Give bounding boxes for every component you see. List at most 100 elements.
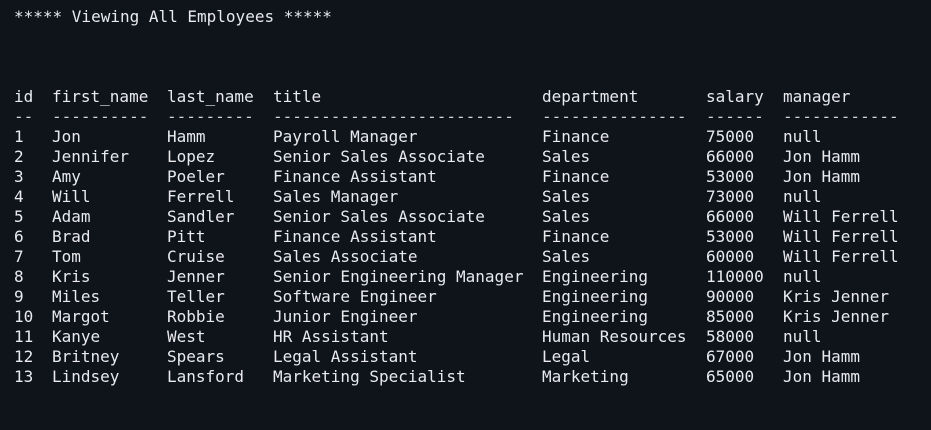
header-salary: salary — [706, 87, 764, 106]
cell-manager: Kris Jenner — [783, 307, 889, 326]
cell-manager: Jon Hamm — [783, 367, 861, 386]
header-title: title — [273, 87, 322, 106]
cell-department: Finance — [542, 227, 610, 246]
cell-manager: null — [783, 267, 822, 286]
cell-title: HR Assistant — [273, 327, 389, 346]
header-last-name: last_name — [167, 87, 254, 106]
cell-id: 8 — [14, 267, 24, 286]
cell-department: Sales — [542, 187, 591, 206]
cell-id: 7 — [14, 247, 24, 266]
cell-first-name: Adam — [52, 207, 91, 226]
cell-first-name: Amy — [52, 167, 81, 186]
cell-manager: Will Ferrell — [783, 207, 899, 226]
cell-id: 4 — [14, 187, 24, 206]
cell-id: 10 — [14, 307, 34, 326]
cell-department: Engineering — [542, 307, 648, 326]
cell-last-name: Sandler — [167, 207, 235, 226]
cell-department: Engineering — [542, 287, 648, 306]
cell-title: Software Engineer — [273, 287, 437, 306]
cell-department: Finance — [542, 167, 610, 186]
cell-last-name: Cruise — [167, 247, 225, 266]
header-department: department — [542, 87, 639, 106]
cell-first-name: Britney — [52, 347, 120, 366]
separator-manager: ------------ — [783, 107, 899, 126]
terminal-output: ***** Viewing All Employees ***** id fir… — [0, 0, 931, 430]
cell-manager: null — [783, 187, 822, 206]
header-first-name: first_name — [52, 87, 149, 106]
cell-department: Engineering — [542, 267, 648, 286]
header-id: id — [14, 87, 34, 106]
cell-manager: Jon Hamm — [783, 147, 861, 166]
cell-salary: 65000 — [706, 367, 755, 386]
cell-id: 6 — [14, 227, 24, 246]
cell-id: 12 — [14, 347, 34, 366]
cell-last-name: Lopez — [167, 147, 216, 166]
separator-title: ------------------------- — [273, 107, 514, 126]
cell-first-name: Kris — [52, 267, 91, 286]
cell-manager: Will Ferrell — [783, 247, 899, 266]
cell-last-name: West — [167, 327, 206, 346]
cell-department: Finance — [542, 127, 610, 146]
cell-title: Senior Sales Associate — [273, 147, 485, 166]
cell-salary: 85000 — [706, 307, 755, 326]
cell-first-name: Will — [52, 187, 91, 206]
header-manager: manager — [783, 87, 851, 106]
cell-manager: Will Ferrell — [783, 227, 899, 246]
cell-title: Finance Assistant — [273, 167, 437, 186]
cell-department: Sales — [542, 147, 591, 166]
separator-last-name: --------- — [167, 107, 254, 126]
cell-title: Sales Associate — [273, 247, 418, 266]
cell-title: Sales Manager — [273, 187, 399, 206]
cell-title: Marketing Specialist — [273, 367, 466, 386]
cell-last-name: Ferrell — [167, 187, 235, 206]
cell-manager: Jon Hamm — [783, 347, 861, 366]
cell-salary: 53000 — [706, 167, 755, 186]
cell-last-name: Teller — [167, 287, 225, 306]
separator-department: --------------- — [542, 107, 687, 126]
cell-salary: 75000 — [706, 127, 755, 146]
separator-id: -- — [14, 107, 34, 126]
cell-first-name: Jon — [52, 127, 81, 146]
cell-title: Legal Assistant — [273, 347, 418, 366]
cell-first-name: Kanye — [52, 327, 101, 346]
cell-department: Sales — [542, 207, 591, 226]
cell-salary: 90000 — [706, 287, 755, 306]
cell-id: 5 — [14, 207, 24, 226]
cell-salary: 58000 — [706, 327, 755, 346]
cell-id: 3 — [14, 167, 24, 186]
cell-id: 2 — [14, 147, 24, 166]
cell-last-name: Lansford — [167, 367, 245, 386]
cell-first-name: Lindsey — [52, 367, 120, 386]
cell-department: Human Resources — [542, 327, 687, 346]
cell-first-name: Jennifer — [52, 147, 130, 166]
cell-last-name: Poeler — [167, 167, 225, 186]
cell-id: 13 — [14, 367, 34, 386]
cell-title: Senior Engineering Manager — [273, 267, 524, 286]
cell-salary: 110000 — [706, 267, 764, 286]
cell-salary: 66000 — [706, 147, 755, 166]
cell-id: 11 — [14, 327, 34, 346]
cell-manager: Jon Hamm — [783, 167, 861, 186]
output-heading: ***** Viewing All Employees ***** — [14, 7, 332, 26]
separator-salary: ------ — [706, 107, 764, 126]
cell-salary: 66000 — [706, 207, 755, 226]
cell-first-name: Brad — [52, 227, 91, 246]
cell-last-name: Jenner — [167, 267, 225, 286]
cell-salary: 67000 — [706, 347, 755, 366]
cell-last-name: Spears — [167, 347, 225, 366]
cell-last-name: Hamm — [167, 127, 206, 146]
cell-last-name: Robbie — [167, 307, 225, 326]
cell-salary: 60000 — [706, 247, 755, 266]
cell-manager: null — [783, 327, 822, 346]
cell-title: Payroll Manager — [273, 127, 418, 146]
cell-department: Sales — [542, 247, 591, 266]
cell-salary: 53000 — [706, 227, 755, 246]
cell-first-name: Miles — [52, 287, 101, 306]
cell-id: 1 — [14, 127, 24, 146]
cell-last-name: Pitt — [167, 227, 206, 246]
cell-id: 9 — [14, 287, 24, 306]
cell-title: Finance Assistant — [273, 227, 437, 246]
separator-first-name: ---------- — [52, 107, 149, 126]
cell-first-name: Margot — [52, 307, 110, 326]
cell-manager: Kris Jenner — [783, 287, 889, 306]
